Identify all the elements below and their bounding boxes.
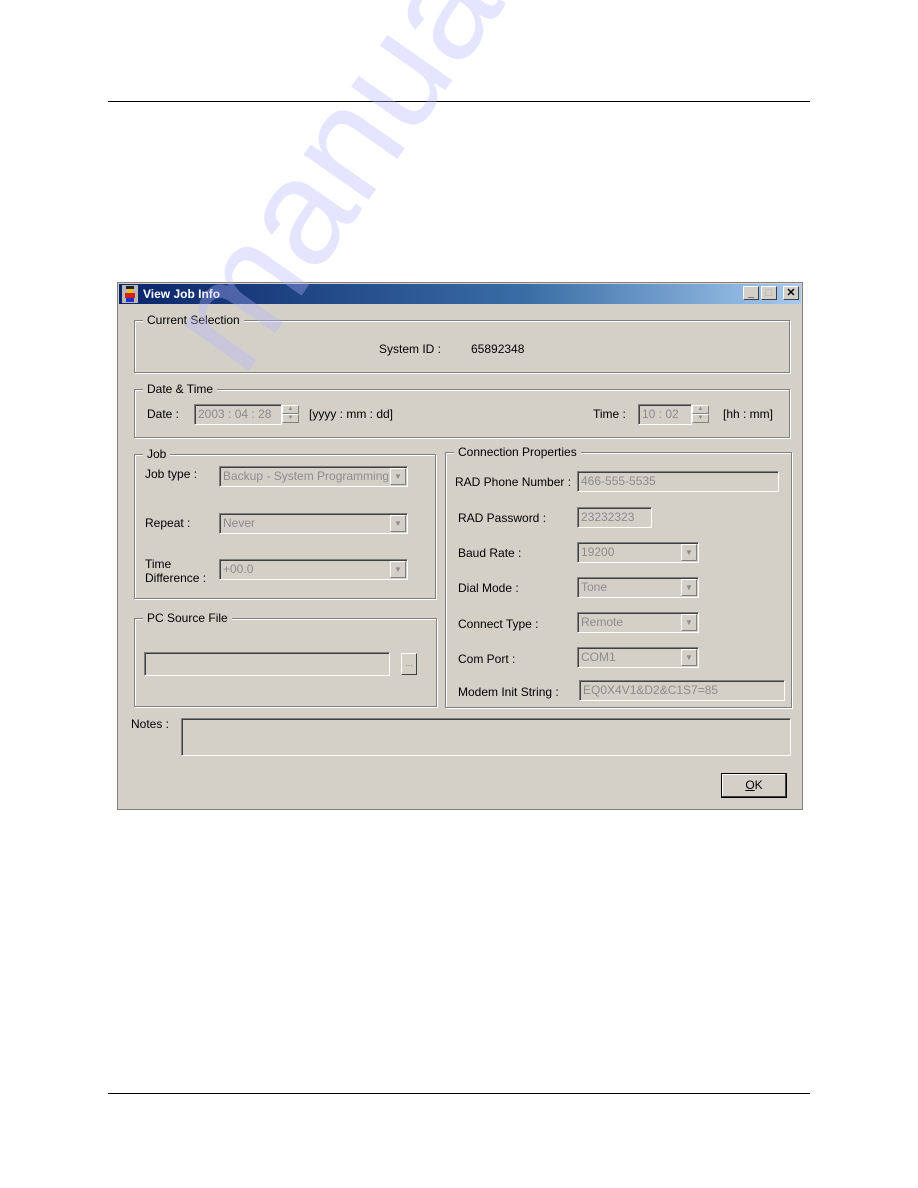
dropdown-arrow-icon[interactable]: ▼: [390, 515, 406, 532]
ok-mnemonic: O: [745, 778, 755, 792]
modem-init-label: Modem Init String :: [458, 685, 559, 699]
time-picker[interactable]: 10 : 02: [638, 404, 692, 425]
dropdown-arrow-icon[interactable]: ▼: [681, 579, 697, 596]
browse-button[interactable]: ...: [401, 653, 417, 675]
title-bar[interactable]: View Job Info _ □ ✕: [119, 284, 801, 304]
header-rule: [108, 101, 810, 102]
dropdown-arrow-icon[interactable]: ▼: [681, 544, 697, 561]
dial-mode-value: Tone: [581, 580, 608, 594]
time-difference-value: +00.0: [223, 562, 254, 576]
date-label: Date :: [147, 407, 180, 421]
baud-rate-value: 19200: [581, 545, 615, 559]
baud-rate-label: Baud Rate :: [458, 546, 522, 560]
rad-phone-label: RAD Phone Number :: [455, 475, 572, 489]
spin-down-icon[interactable]: ▼: [282, 414, 299, 423]
date-format-hint: [yyyy : mm : dd]: [309, 407, 394, 421]
ok-label-rest: K: [754, 778, 763, 792]
time-difference-label-line1: Time: [145, 557, 172, 571]
current-selection-group: Current Selection System ID : 65892348: [134, 313, 790, 373]
maximize-button[interactable]: □: [761, 286, 777, 300]
repeat-value: Never: [223, 516, 256, 530]
dropdown-arrow-icon[interactable]: ▼: [390, 468, 406, 485]
spin-down-icon[interactable]: ▼: [692, 414, 709, 423]
repeat-select[interactable]: Never ▼: [219, 513, 408, 534]
time-difference-select[interactable]: +00.0 ▼: [219, 559, 408, 580]
com-port-label: Com Port :: [458, 652, 516, 666]
dial-mode-label: Dial Mode :: [458, 581, 519, 595]
date-time-group: Date & Time Date : 2003 : 04 : 28 ▲ ▼ [y…: [134, 382, 790, 438]
date-time-legend: Date & Time: [143, 382, 218, 396]
time-format-hint: [hh : mm]: [723, 407, 774, 421]
system-id-label: System ID :: [379, 342, 442, 356]
job-type-value: Backup - System Programming: [223, 469, 390, 483]
time-spinner[interactable]: ▲ ▼: [692, 405, 709, 424]
pc-source-file-input[interactable]: [144, 652, 390, 676]
current-selection-legend: Current Selection: [143, 313, 244, 327]
window-title: View Job Info: [143, 287, 221, 301]
dial-mode-select[interactable]: Tone ▼: [577, 577, 699, 598]
rad-phone-value: 466-555-5535: [581, 474, 656, 488]
modem-init-input[interactable]: EQ0X4V1&D2&C1S7=85: [579, 680, 785, 701]
close-button[interactable]: ✕: [783, 286, 799, 300]
footer-rule: [108, 1093, 810, 1094]
rad-password-label: RAD Password :: [458, 511, 547, 525]
job-type-label: Job type :: [145, 467, 198, 481]
time-difference-label-line2: Difference :: [145, 571, 207, 585]
dropdown-arrow-icon[interactable]: ▼: [681, 614, 697, 631]
pc-source-file-legend: PC Source File: [143, 611, 232, 625]
com-port-value: COM1: [581, 650, 616, 664]
ok-button[interactable]: OK: [721, 773, 787, 798]
notes-input[interactable]: [181, 718, 791, 756]
repeat-label: Repeat :: [145, 516, 191, 530]
system-id-value: 65892348: [471, 342, 525, 356]
spin-up-icon[interactable]: ▲: [692, 405, 709, 414]
rad-password-input[interactable]: 23232323: [577, 507, 652, 528]
minimize-button[interactable]: _: [743, 286, 759, 300]
connect-type-value: Remote: [581, 615, 624, 629]
rad-phone-input[interactable]: 466-555-5535: [577, 471, 779, 492]
pc-source-file-group: PC Source File ...: [134, 611, 437, 707]
job-legend: Job: [143, 447, 171, 461]
view-job-info-dialog: View Job Info _ □ ✕ Current Selection Sy…: [117, 282, 803, 810]
com-port-select[interactable]: COM1 ▼: [577, 647, 699, 668]
time-label: Time :: [593, 407, 626, 421]
connect-type-select[interactable]: Remote ▼: [577, 612, 699, 633]
app-icon: [122, 285, 138, 303]
date-value: 2003 : 04 : 28: [198, 407, 272, 421]
connection-properties-legend: Connection Properties: [454, 445, 581, 459]
modem-init-value: EQ0X4V1&D2&C1S7=85: [583, 683, 719, 697]
connection-properties-group: Connection Properties RAD Phone Number :…: [445, 445, 792, 708]
spin-up-icon[interactable]: ▲: [282, 405, 299, 414]
dropdown-arrow-icon[interactable]: ▼: [681, 649, 697, 666]
date-spinner[interactable]: ▲ ▼: [282, 405, 299, 424]
date-picker[interactable]: 2003 : 04 : 28: [194, 404, 282, 425]
job-type-select[interactable]: Backup - System Programming ▼: [219, 466, 408, 487]
notes-label: Notes :: [131, 717, 170, 731]
baud-rate-select[interactable]: 19200 ▼: [577, 542, 699, 563]
connect-type-label: Connect Type :: [458, 617, 539, 631]
dropdown-arrow-icon[interactable]: ▼: [390, 561, 406, 578]
time-value: 10 : 02: [642, 407, 679, 421]
job-group: Job Job type : Backup - System Programmi…: [134, 447, 436, 599]
rad-password-value: 23232323: [581, 510, 635, 524]
